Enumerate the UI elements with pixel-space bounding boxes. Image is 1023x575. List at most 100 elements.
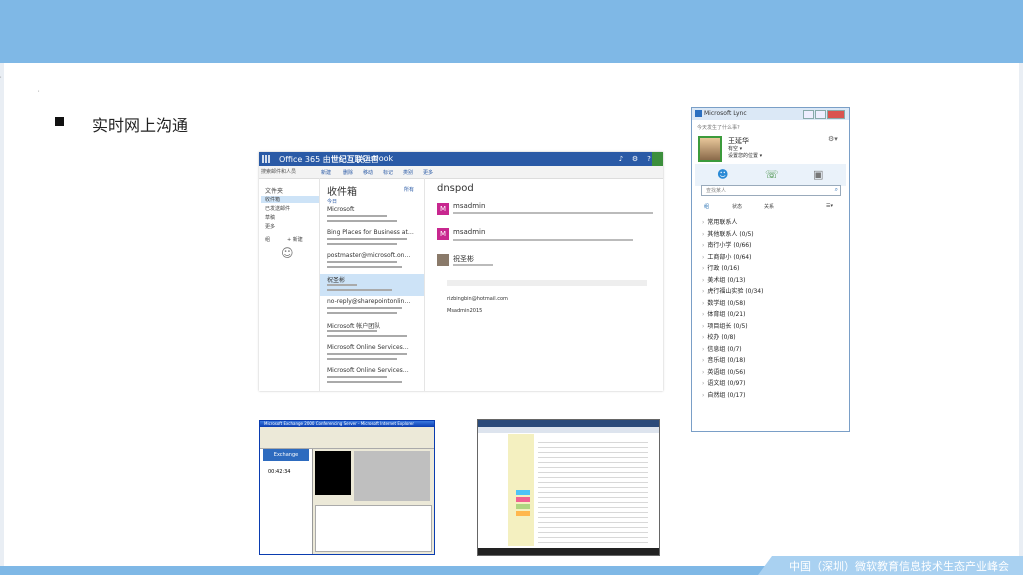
exchange-logo: Exchange	[263, 449, 309, 461]
inbox-header: 收件箱	[327, 187, 357, 198]
user-photo	[698, 136, 722, 162]
slide-header-bar	[0, 0, 1023, 63]
search-input[interactable]: 搜索邮件和人员	[261, 168, 317, 175]
filter-dropdown[interactable]: 所有	[404, 186, 414, 193]
document-screenshot	[477, 419, 660, 556]
filter-relationships[interactable]: 关系	[764, 203, 774, 210]
message-item[interactable]: Microsoft 帐户团队	[320, 320, 424, 342]
lync-window-title: Microsoft Lync	[704, 110, 747, 117]
bullet-square-icon	[55, 117, 64, 126]
folder-pane: 文件夹 收件箱 已发送邮件 草稿 更多 组 + 新建 ☺	[259, 178, 320, 391]
filter-groups[interactable]: 组	[704, 203, 709, 210]
folders-header[interactable]: 文件夹	[265, 186, 283, 195]
lync-title-bar: Microsoft Lync	[692, 108, 849, 120]
contact-group[interactable]: › 校办 (0/8)	[702, 332, 736, 341]
delete-button[interactable]: 删除	[343, 169, 353, 176]
folder-sent[interactable]: 已发送邮件	[265, 205, 290, 212]
presence-dropdown[interactable]: 有空 ▾	[728, 145, 742, 152]
folder-more[interactable]: 更多	[265, 223, 275, 230]
conversations-icon[interactable]: ▣	[813, 168, 823, 181]
conference-clock: 00:42:34	[268, 469, 291, 475]
new-group-link[interactable]: + 新建	[287, 236, 303, 243]
corner-mark: ˌ	[38, 86, 40, 93]
email-body-line: rizbingbin@hotmail.com	[447, 296, 508, 302]
doc-title-bar	[478, 420, 659, 427]
sender-name[interactable]: msadmin	[453, 228, 485, 236]
contacts-icon[interactable]: ☻	[717, 168, 728, 181]
date-group: 今日	[327, 199, 338, 205]
gear-icon[interactable]: ⚙▾	[828, 135, 838, 143]
folder-drafts[interactable]: 草稿	[265, 214, 275, 221]
flag-button[interactable]: 标记	[383, 169, 393, 176]
people-icon: ☺	[281, 246, 294, 260]
message-item[interactable]: postmaster@microsoft.on…	[320, 251, 424, 273]
list-options-icon[interactable]: ☰▾	[826, 203, 833, 209]
message-item[interactable]: Microsoft	[320, 205, 424, 227]
ie-toolbar	[260, 428, 434, 449]
category-button[interactable]: 类别	[403, 169, 413, 176]
video-window	[315, 451, 351, 495]
taskbar	[478, 548, 659, 555]
close-icon[interactable]	[827, 110, 845, 119]
contact-group[interactable]: › 英语组 (0/56)	[702, 367, 745, 376]
outlook-app-name: Outlook	[362, 154, 394, 163]
bullet-text: 实时网上沟通	[92, 116, 189, 135]
email-body-line: Msadmin2015	[447, 308, 483, 314]
contact-photo	[437, 254, 449, 266]
contact-group[interactable]: › 常用联系人	[702, 217, 737, 226]
message-item[interactable]: Microsoft Online Services…	[320, 343, 424, 365]
slide-right-frame	[1019, 63, 1023, 567]
contact-group[interactable]: › 体育组 (0/21)	[702, 309, 745, 318]
color-chip	[516, 490, 530, 495]
filter-status[interactable]: 状态	[732, 203, 742, 210]
contact-search-input[interactable]: 查找某人 ⌕	[701, 185, 841, 196]
conferencing-screenshot: Microsoft Exchange 2000 Conferencing Ser…	[259, 420, 435, 555]
new-button[interactable]: 新建	[321, 169, 331, 176]
message-item[interactable]: no-reply@sharepointonlin…	[320, 297, 424, 319]
message-item-selected[interactable]: 祝圣彬	[320, 274, 424, 296]
message-item[interactable]: Bing Places for Business at…	[320, 228, 424, 250]
app-launcher-icon[interactable]	[262, 155, 270, 163]
avatar[interactable]	[652, 152, 663, 166]
move-button[interactable]: 移动	[363, 169, 373, 176]
contact-group[interactable]: › 美术组 (0/13)	[702, 275, 745, 284]
groups-header[interactable]: 组	[265, 236, 270, 243]
reading-pane: dnspod M msadmin M msadmin 祝圣彬 rizbingbi…	[425, 178, 663, 391]
contact-group[interactable]: › 自然组 (0/17)	[702, 390, 745, 399]
contact-group[interactable]: › 行政 (0/16)	[702, 263, 739, 272]
bell-icon[interactable]: ♪	[615, 152, 627, 166]
contact-group[interactable]: › 信息组 (0/7)	[702, 344, 742, 353]
doc-toolbar	[478, 427, 659, 433]
gear-icon[interactable]: ⚙	[629, 152, 641, 166]
status-input[interactable]: 今天发生了什么事?	[697, 124, 740, 131]
sender-avatar: M	[437, 228, 449, 240]
lync-view-tabs: ☻ ☏ ▣	[695, 164, 846, 186]
message-list: 收件箱 所有 今日 Microsoft Bing Places for Busi…	[320, 178, 425, 391]
contact-group[interactable]: › 语文组 (0/97)	[702, 378, 745, 387]
contact-group[interactable]: › 数学组 (0/58)	[702, 298, 745, 307]
phone-icon[interactable]: ☏	[765, 168, 779, 181]
message-item[interactable]: Microsoft Online Services…	[320, 366, 424, 388]
sender-name[interactable]: 祝圣彬	[453, 254, 474, 264]
contact-group[interactable]: › 其他联系人 (0/5)	[702, 229, 754, 238]
color-chip	[516, 504, 530, 509]
outlook-top-bar: Office 365 由世纪互联运营 Outlook ♪ ⚙ ?	[259, 152, 663, 166]
more-button[interactable]: 更多	[423, 169, 433, 176]
location-dropdown[interactable]: 设置您的位置 ▾	[728, 152, 762, 159]
ie-title-bar: Microsoft Exchange 2000 Conferencing Ser…	[260, 421, 434, 427]
chat-panel	[315, 505, 432, 552]
corner-mark: ˌ	[0, 72, 2, 79]
contact-group[interactable]: › 虎行福山实验 (0/34)	[702, 286, 763, 295]
contact-group[interactable]: › 工商部小 (0/64)	[702, 252, 751, 261]
sender-name[interactable]: msadmin	[453, 202, 485, 210]
folder-inbox[interactable]: 收件箱	[261, 196, 319, 203]
search-icon: ⌕	[834, 186, 838, 193]
doc-body-text	[538, 438, 648, 543]
maximize-icon[interactable]	[815, 110, 826, 119]
sender-avatar: M	[437, 203, 449, 215]
contact-group[interactable]: › 音乐组 (0/18)	[702, 355, 745, 364]
minimize-icon[interactable]	[803, 110, 814, 119]
contact-group[interactable]: › 项目组长 (0/5)	[702, 321, 748, 330]
footer-text: 中国（深圳）微软教育信息技术生态产业峰会	[789, 560, 1009, 573]
contact-group[interactable]: › 南行小学 (0/66)	[702, 240, 751, 249]
